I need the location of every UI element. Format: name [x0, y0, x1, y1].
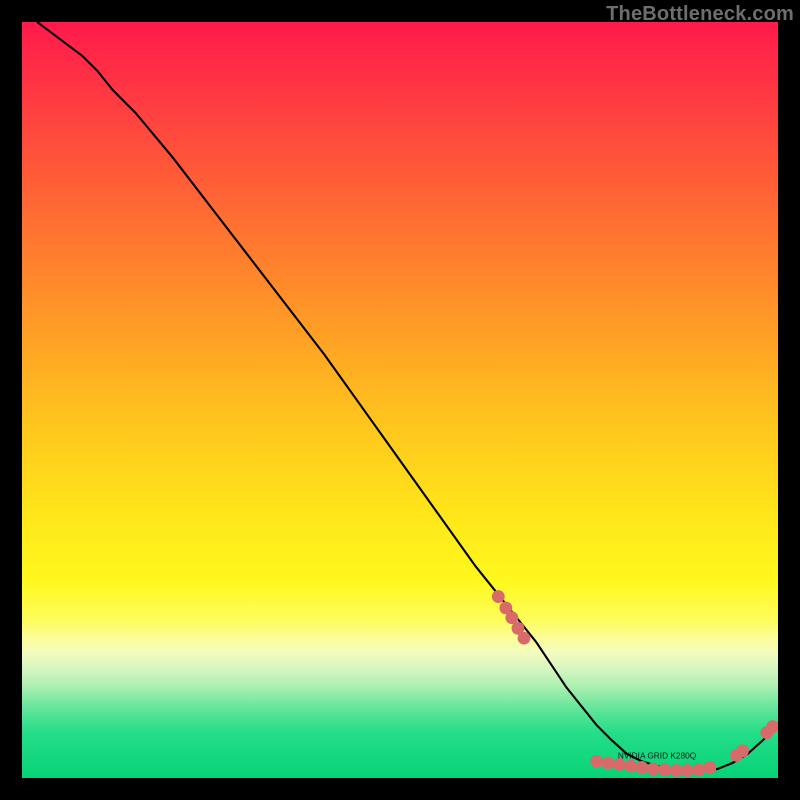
data-marker — [681, 764, 694, 777]
data-marker — [692, 763, 705, 776]
marker-group — [492, 590, 778, 777]
data-marker — [624, 759, 637, 772]
data-marker — [590, 755, 603, 768]
data-marker — [635, 761, 648, 774]
data-marker — [704, 761, 717, 774]
data-marker — [518, 632, 531, 645]
chart-stage: NVIDIA GRID K280Q TheBottleneck.com — [0, 0, 800, 800]
watermark-text: TheBottleneck.com — [606, 3, 794, 26]
data-marker — [670, 764, 683, 777]
data-marker — [601, 756, 614, 769]
data-marker — [736, 744, 749, 757]
curve-line — [37, 22, 778, 770]
data-marker — [647, 763, 660, 776]
data-marker — [658, 763, 671, 776]
tiny-annotation-label: NVIDIA GRID K280Q — [618, 750, 697, 760]
chart-overlay: NVIDIA GRID K280Q — [22, 22, 778, 778]
plot-area: NVIDIA GRID K280Q — [22, 22, 778, 778]
data-marker — [492, 590, 505, 603]
